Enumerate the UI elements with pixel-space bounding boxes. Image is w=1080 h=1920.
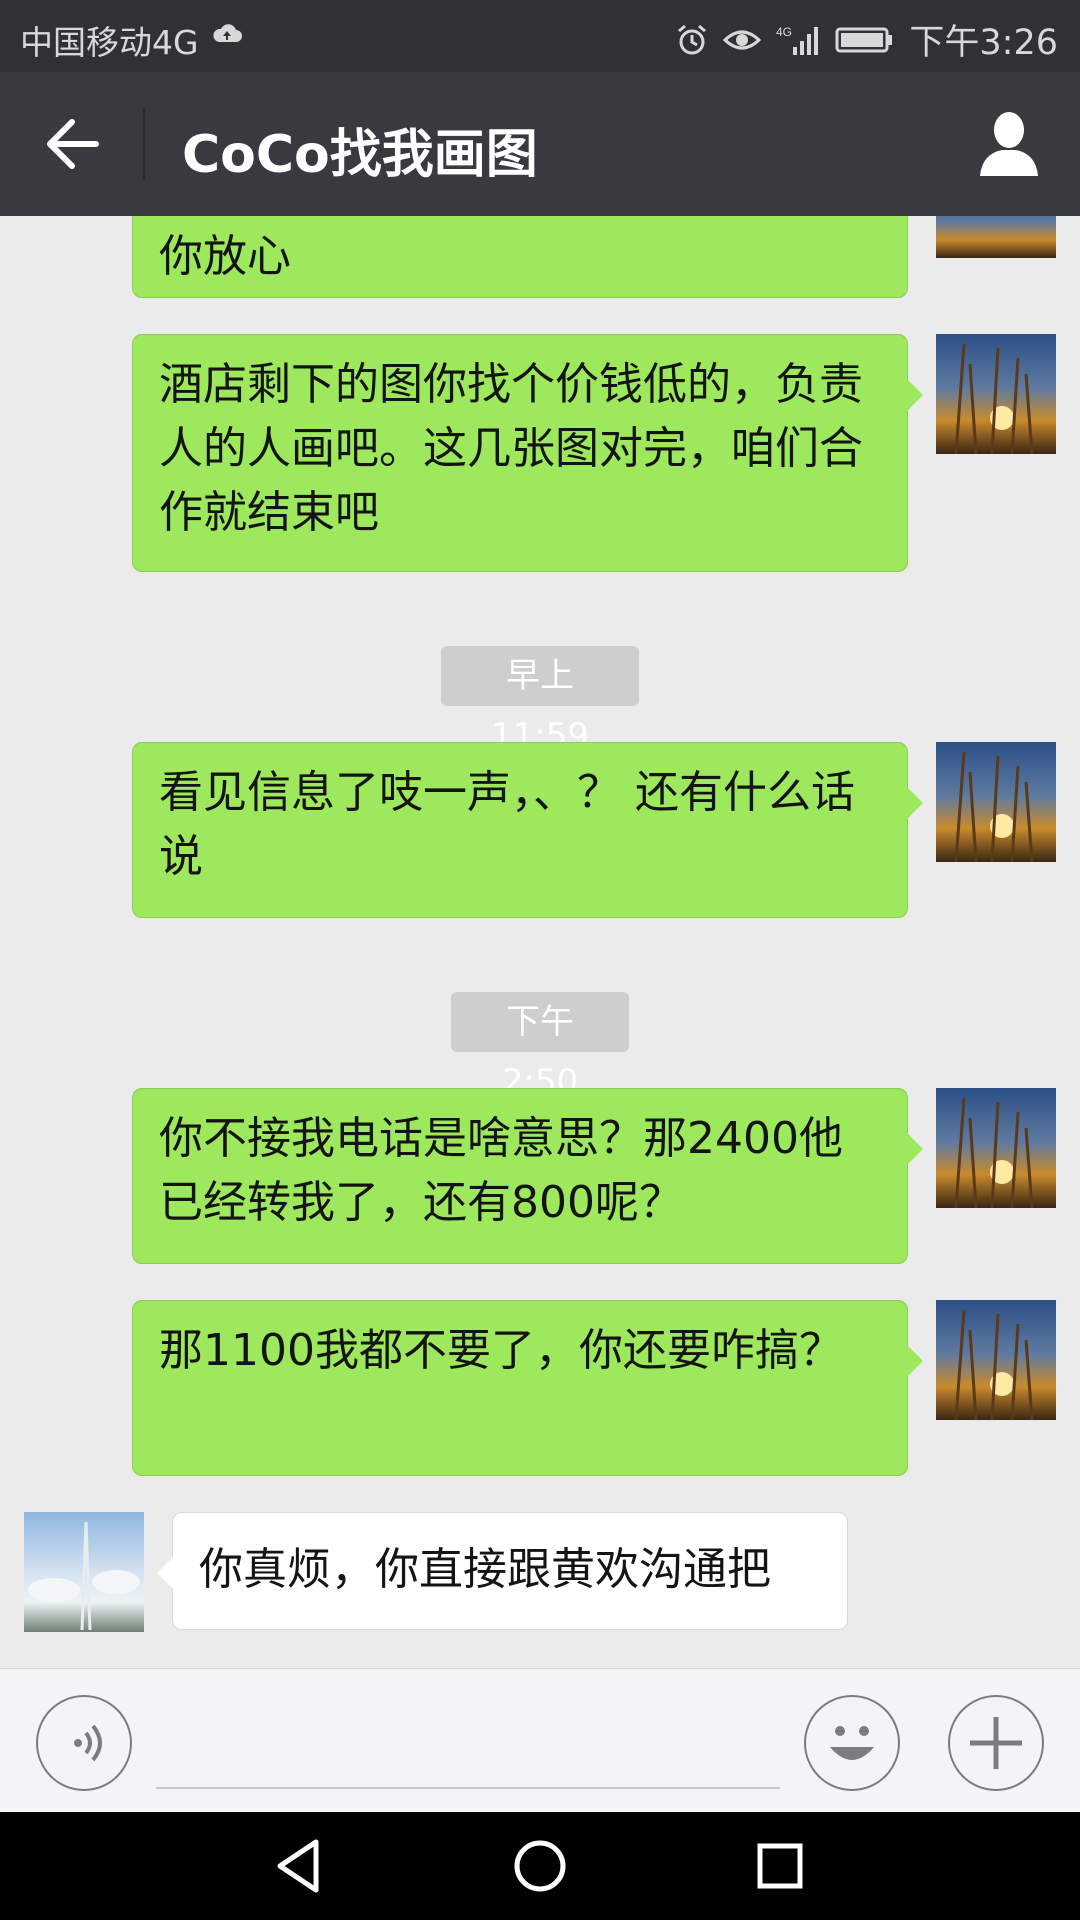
alarm-icon (678, 24, 707, 54)
bubble-tail (907, 787, 923, 819)
cloud-upload-icon (213, 24, 242, 42)
eye-icon (723, 30, 762, 49)
my-avatar[interactable] (936, 216, 1056, 258)
outgoing-message[interactable]: 酒店剩下的图你找个价钱低的，负责人的人画吧。这几张图对完，咱们合作就结束吧 (132, 334, 923, 572)
svg-text:4G: 4G (776, 25, 792, 39)
message-list[interactable]: 你放心 酒店剩下的图你找个价钱低的，负责人的人画吧。这几张图对完，咱们合作就结束… (0, 216, 1080, 1668)
plus-icon (970, 1717, 1022, 1769)
my-avatar[interactable] (936, 1088, 1056, 1208)
bubble-tail (907, 1345, 923, 1377)
message-input-bar (0, 1668, 1080, 1812)
outgoing-message[interactable]: 你放心 (132, 216, 908, 298)
timestamp-label: 下午2:50 (451, 992, 629, 1102)
message-text: 你放心 (159, 231, 291, 282)
sunset-avatar-image (954, 1309, 1034, 1420)
bubble-tail (157, 1557, 173, 1589)
my-avatar[interactable] (936, 742, 1056, 862)
system-navigation-bar (0, 1812, 1080, 1920)
sunset-avatar-image (954, 343, 1034, 454)
message-text: 那1100我都不要了，你还要咋搞？ (159, 1325, 843, 1376)
message-text: 你不接我电话是啥意思？那2400他已经转我了，还有800呢？ (159, 1113, 843, 1228)
chat-title: CoCo找我画图 (182, 125, 538, 185)
contact-avatar[interactable] (24, 1512, 144, 1632)
signal-4g-icon: 4G (776, 25, 819, 55)
message-text: 你真烦，你直接跟黄欢沟通把 (199, 1544, 771, 1595)
message-text: 酒店剩下的图你找个价钱低的，负责人的人画吧。这几张图对完，咱们合作就结束吧 (159, 359, 863, 538)
chat-header: CoCo找我画图 (0, 72, 1080, 216)
status-bar: 中国移动4G 4G 下午3:26 (0, 0, 1080, 72)
nav-recents-icon[interactable] (748, 1834, 812, 1898)
voice-icon (74, 1724, 102, 1762)
tower-avatar-image (28, 1521, 140, 1631)
outgoing-message[interactable]: 你不接我电话是啥意思？那2400他已经转我了，还有800呢？ (132, 1088, 923, 1264)
back-arrow-icon[interactable] (44, 118, 100, 170)
my-avatar[interactable] (936, 1300, 1056, 1420)
contact-profile-icon[interactable] (976, 110, 1042, 178)
battery-icon (835, 27, 893, 52)
sunset-avatar-image (954, 751, 1034, 862)
bubble-tail (907, 1133, 923, 1165)
carrier-label: 中国移动4G (20, 23, 199, 62)
my-avatar[interactable] (936, 334, 1056, 454)
nav-back-icon[interactable] (268, 1834, 332, 1898)
nav-home-icon[interactable] (508, 1834, 572, 1898)
voice-button[interactable] (36, 1695, 132, 1791)
more-options-button[interactable] (948, 1695, 1044, 1791)
timestamp-label: 早上11:59 (441, 646, 639, 756)
bubble-tail (907, 379, 923, 411)
message-text: 看见信息了吱一声，、？ 还有什么话说 (159, 767, 855, 882)
clock-time: 下午3:26 (909, 23, 1058, 63)
emoji-icon (830, 1726, 874, 1760)
outgoing-message[interactable]: 那1100我都不要了，你还要咋搞？ (132, 1300, 923, 1476)
message-input[interactable] (156, 1787, 780, 1789)
incoming-message[interactable]: 你真烦，你直接跟黄欢沟通把 (157, 1512, 848, 1630)
emoji-button[interactable] (804, 1695, 900, 1791)
sunset-avatar-image (954, 1097, 1034, 1208)
header-divider (143, 108, 145, 180)
outgoing-message[interactable]: 看见信息了吱一声，、？ 还有什么话说 (132, 742, 923, 918)
